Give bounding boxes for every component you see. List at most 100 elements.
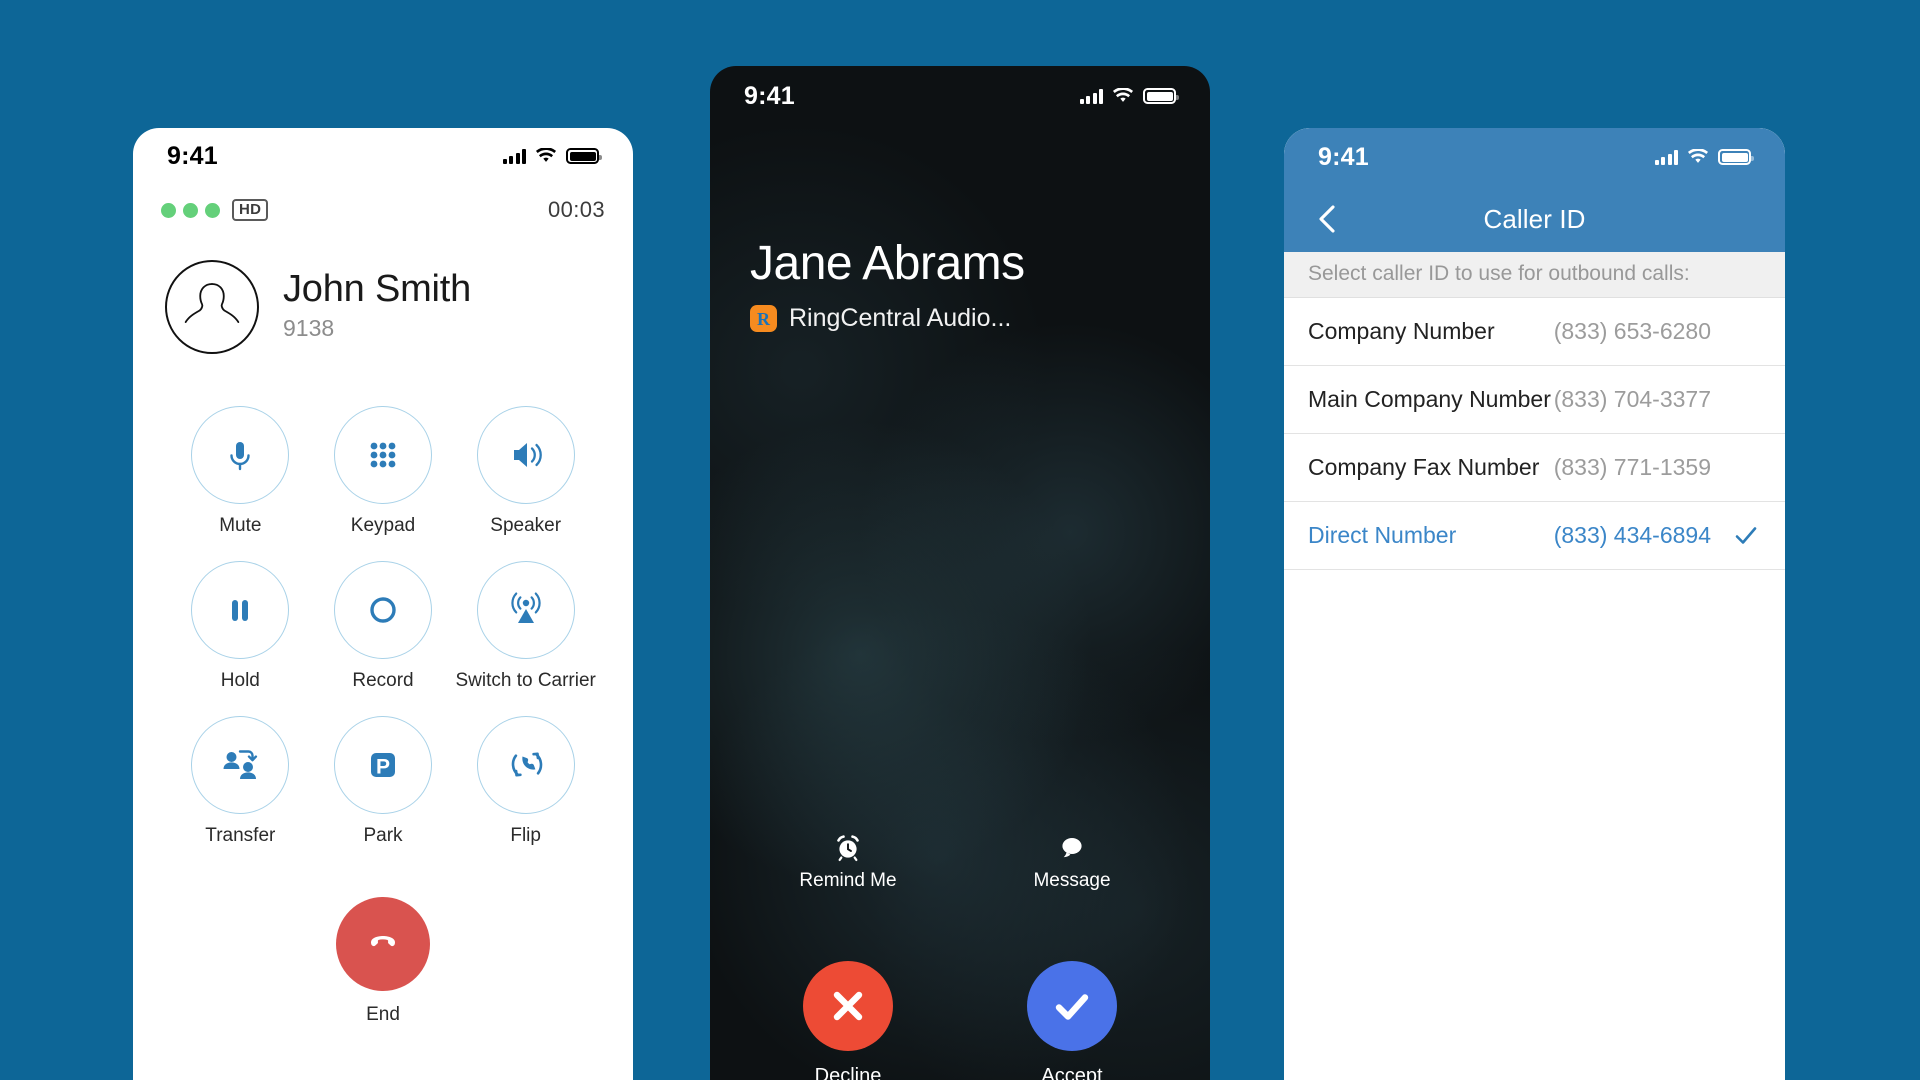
svg-text:P: P: [376, 756, 390, 779]
caller-id-header: 9:41 Caller ID: [1284, 128, 1785, 252]
caller-id-navbar: Caller ID: [1284, 186, 1785, 252]
accept-call-button[interactable]: Accept: [997, 961, 1147, 1080]
caller-id-name: Company Number: [1308, 318, 1495, 344]
call-timer: 00:03: [547, 197, 605, 222]
hold-button-circle[interactable]: [191, 561, 290, 659]
status-bar-icons: [1079, 87, 1179, 104]
speaker-icon: [513, 443, 542, 467]
message-button[interactable]: Message: [997, 832, 1147, 892]
caller-id-number: (833) 771-1359: [1553, 454, 1711, 480]
transfer-label: Transfer: [205, 825, 276, 846]
secondary-actions-row: Remind Me Message: [710, 832, 1210, 892]
microphone-icon: [230, 442, 251, 471]
end-call-label: End: [366, 1004, 400, 1025]
park-button[interactable]: P Park: [312, 716, 455, 847]
caller-id-list: Company Number (833) 653-6280 Main Compa…: [1284, 298, 1785, 570]
alarm-clock-icon: [837, 835, 859, 862]
call-controls-grid: Mute Keypad Speaker Hold Record Switch t…: [133, 406, 633, 847]
incoming-app-row: R RingCentral Audio...: [750, 304, 1025, 333]
call-quality-group: HD: [161, 198, 269, 222]
page-title: Caller ID: [1483, 203, 1586, 234]
caller-id-name: Direct Number: [1308, 522, 1457, 548]
record-icon: [370, 597, 396, 623]
keypad-button-circle[interactable]: [333, 406, 432, 504]
transfer-button[interactable]: Transfer: [169, 716, 312, 847]
status-bar-time: 9:41: [1318, 142, 1369, 171]
record-button[interactable]: Record: [312, 561, 455, 692]
message-label: Message: [1033, 870, 1111, 891]
decline-call-button[interactable]: Decline: [773, 961, 923, 1080]
status-bar: 9:41: [710, 66, 1210, 126]
list-item[interactable]: Direct Number (833) 434-6894: [1284, 502, 1785, 570]
status-bar: 9:41: [1284, 128, 1785, 186]
remind-me-button[interactable]: Remind Me: [773, 832, 923, 892]
screenshot-stage: 9:41 HD 00:03 John Smith 9138 Mute Keypa…: [0, 0, 1920, 1080]
speaker-button-circle[interactable]: [476, 406, 575, 504]
pause-icon: [232, 600, 249, 621]
record-label: Record: [352, 670, 414, 691]
end-call-button[interactable]: [336, 897, 430, 991]
transfer-icon: [223, 750, 258, 779]
switch-to-carrier-button[interactable]: Switch to Carrier: [454, 561, 597, 692]
avatar: [165, 260, 259, 354]
record-button-circle[interactable]: [333, 561, 432, 659]
incoming-call-screen: 9:41 Jane Abrams R RingCentral Audio...: [710, 66, 1210, 1080]
flip-button[interactable]: Flip: [454, 716, 597, 847]
speaker-button[interactable]: Speaker: [454, 406, 597, 537]
speaker-label: Speaker: [490, 515, 562, 536]
list-item[interactable]: Company Number (833) 653-6280: [1284, 298, 1785, 366]
battery-icon: [1143, 88, 1179, 104]
hold-button[interactable]: Hold: [169, 561, 312, 692]
primary-actions-row: Decline Accept: [710, 961, 1210, 1080]
selected-checkmark-icon: [1725, 523, 1759, 549]
keypad-label: Keypad: [350, 515, 416, 536]
park-label: Park: [363, 825, 403, 846]
park-button-circle[interactable]: P: [333, 716, 432, 814]
decline-call-circle[interactable]: [803, 961, 893, 1051]
status-bar-time: 9:41: [167, 141, 218, 170]
list-item[interactable]: Main Company Number (833) 704-3377: [1284, 366, 1785, 434]
close-x-icon: [833, 991, 863, 1021]
wifi-icon: [1687, 148, 1709, 165]
mute-button-circle[interactable]: [191, 406, 290, 504]
checkmark-icon: [1055, 994, 1089, 1020]
caller-id-number: (833) 704-3377: [1553, 386, 1711, 412]
caller-id-name: Company Fax Number: [1308, 454, 1540, 480]
park-icon: P: [370, 753, 395, 779]
keypad-icon: [370, 442, 396, 468]
incoming-caller-info: Jane Abrams R RingCentral Audio...: [750, 236, 1025, 333]
caller-id-subheader: Select caller ID to use for outbound cal…: [1284, 252, 1785, 298]
cellular-signal-icon: [502, 148, 526, 164]
mute-button[interactable]: Mute: [169, 406, 312, 537]
remind-me-label: Remind Me: [799, 870, 897, 891]
ringcentral-logo-icon: R: [750, 305, 777, 332]
status-bar-time: 9:41: [744, 81, 795, 110]
list-item[interactable]: Company Fax Number (833) 771-1359: [1284, 434, 1785, 502]
caller-id-number: (833) 653-6280: [1553, 318, 1711, 344]
status-bar-icons: [502, 147, 602, 164]
call-meta-row: HD 00:03: [133, 184, 633, 236]
status-bar-icons: [1654, 148, 1754, 165]
cellular-signal-icon: [1654, 149, 1678, 165]
battery-icon: [566, 148, 602, 164]
caller-id-name: Main Company Number: [1308, 386, 1551, 412]
callee-info: John Smith 9138: [133, 236, 633, 354]
status-bar: 9:41: [133, 128, 633, 184]
switch-to-carrier-label: Switch to Carrier: [455, 670, 596, 691]
accept-call-circle[interactable]: [1027, 961, 1117, 1051]
callee-text: John Smith 9138: [283, 268, 471, 346]
flip-button-circle[interactable]: [476, 716, 575, 814]
flip-label: Flip: [510, 825, 541, 846]
active-call-screen: 9:41 HD 00:03 John Smith 9138 Mute Keypa…: [133, 128, 633, 1080]
decline-call-label: Decline: [814, 1065, 882, 1080]
hangup-icon: [371, 936, 395, 947]
keypad-button[interactable]: Keypad: [312, 406, 455, 537]
battery-icon: [1718, 149, 1754, 165]
incoming-app-label: RingCentral Audio...: [789, 304, 1012, 332]
connection-dots-icon: [161, 202, 220, 218]
switch-to-carrier-button-circle[interactable]: [476, 561, 575, 659]
back-button[interactable]: [1310, 202, 1344, 236]
hd-badge: HD: [232, 198, 269, 222]
transfer-button-circle[interactable]: [191, 716, 290, 814]
mute-label: Mute: [219, 515, 262, 536]
